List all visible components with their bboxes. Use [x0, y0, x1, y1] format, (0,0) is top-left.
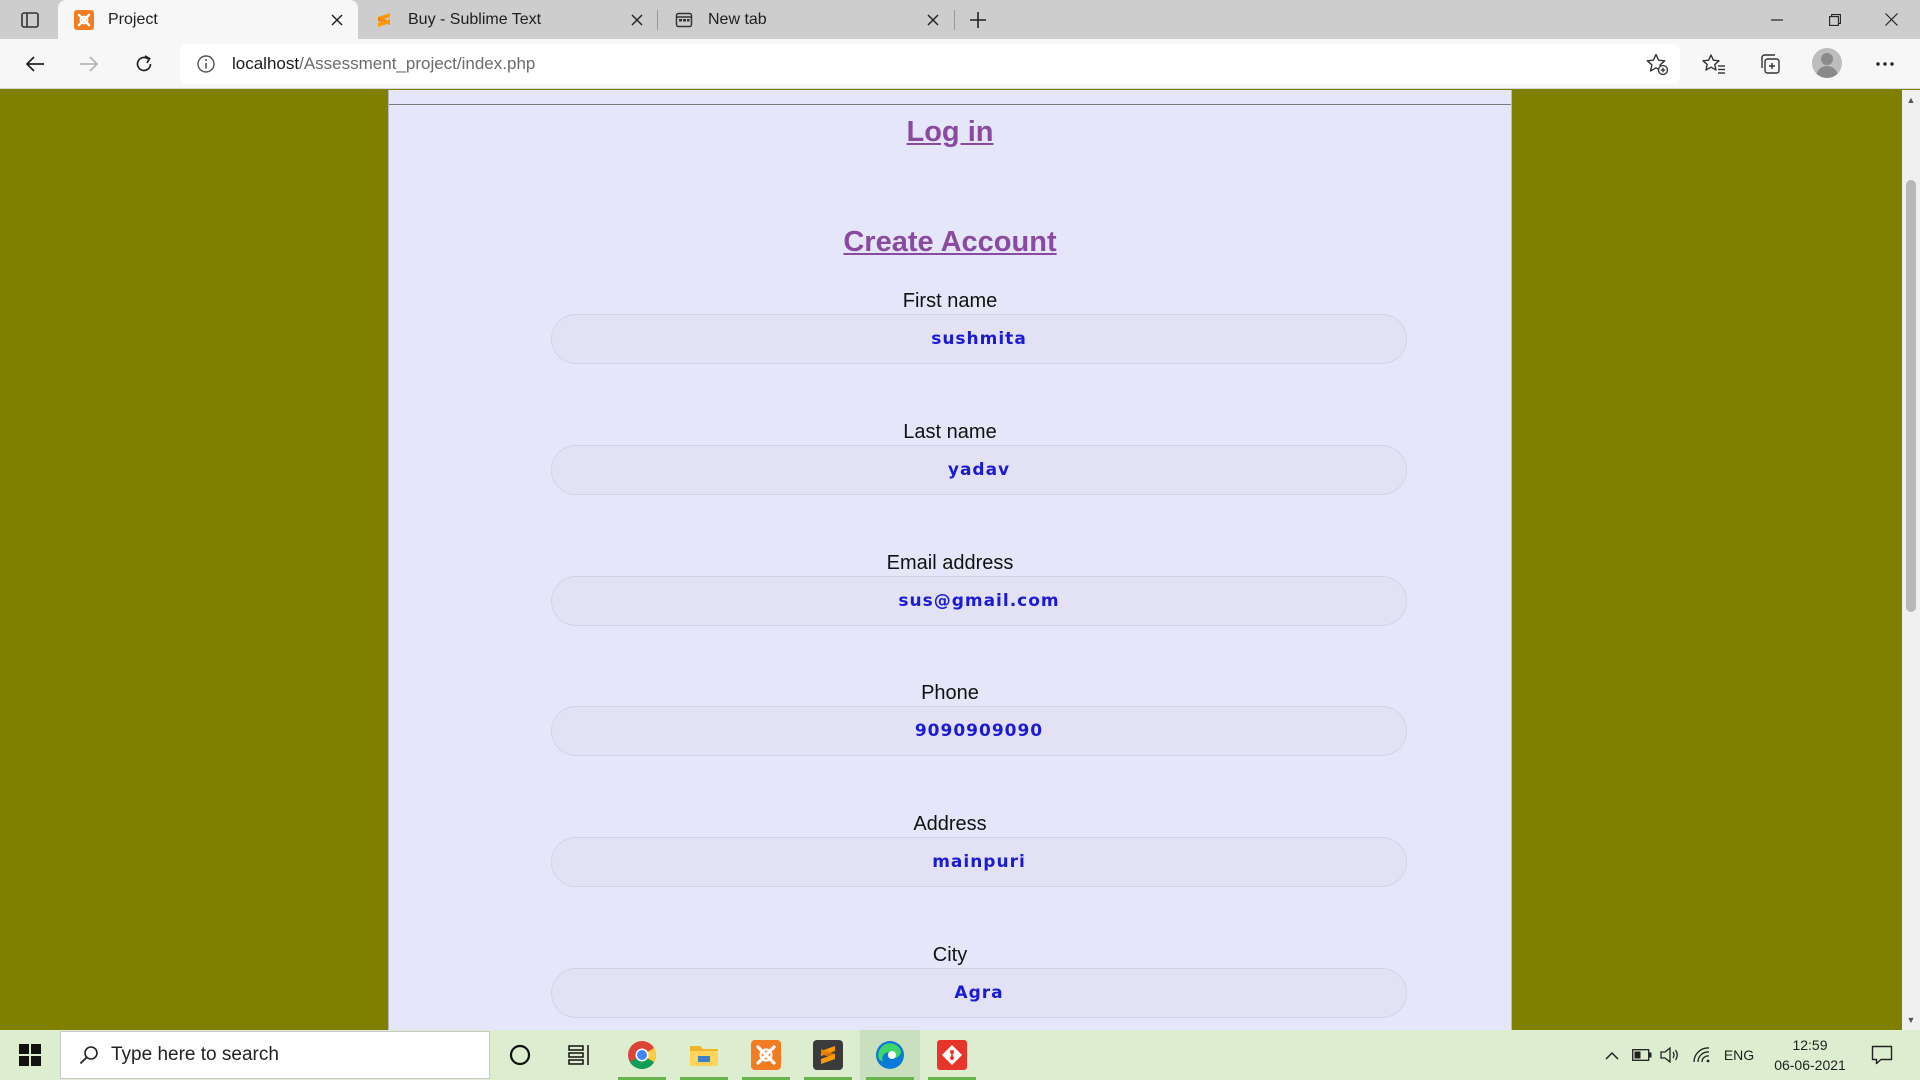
tab-title: New tab — [708, 10, 767, 28]
vertical-scrollbar[interactable]: ▲ ▼ — [1902, 90, 1920, 1030]
tab-separator — [954, 10, 955, 30]
window-close-icon[interactable] — [1862, 0, 1920, 39]
tab-title: Buy - Sublime Text — [408, 10, 542, 28]
address-bar[interactable]: localhost/Assessment_project/index.php — [180, 44, 1680, 84]
restore-icon[interactable] — [1806, 0, 1864, 39]
tab-title: Project — [108, 10, 158, 28]
divider-line — [389, 104, 1511, 105]
collections-icon[interactable] — [1751, 45, 1789, 83]
chrome-icon[interactable] — [612, 1030, 672, 1080]
language-indicator[interactable]: ENG — [1718, 1030, 1760, 1080]
file-explorer-icon[interactable] — [674, 1030, 734, 1080]
address-input[interactable] — [552, 838, 1406, 886]
notifications-icon[interactable] — [1862, 1030, 1902, 1080]
windows-start-icon[interactable] — [0, 1030, 60, 1080]
battery-icon[interactable] — [1629, 1030, 1655, 1080]
wifi-icon[interactable] — [1689, 1030, 1715, 1080]
scrollbar-thumb[interactable] — [1906, 180, 1916, 612]
browser-toolbar: localhost/Assessment_project/index.php — [0, 39, 1920, 89]
tab-new-tab[interactable]: New tab — [658, 0, 954, 39]
tray-chevron-up-icon[interactable] — [1600, 1030, 1624, 1080]
reload-icon[interactable] — [125, 45, 163, 83]
url-host: localhost — [232, 54, 300, 73]
taskbar-search-input[interactable] — [111, 1044, 471, 1066]
forward-arrow-icon[interactable] — [70, 45, 108, 83]
url-path: /Assessment_project/index.php — [299, 54, 536, 73]
first-name-field-wrap — [551, 314, 1407, 364]
first-name-label: First name — [902, 290, 998, 312]
create-account-link[interactable]: Create Account — [843, 226, 1056, 258]
last-name-field-wrap — [551, 445, 1407, 495]
login-link-row: Log in — [389, 116, 1511, 149]
site-info-icon[interactable] — [194, 52, 218, 76]
email-input[interactable] — [552, 577, 1406, 625]
minimize-icon[interactable] — [1748, 0, 1806, 39]
scroll-up-arrow-icon[interactable]: ▲ — [1902, 92, 1920, 108]
new-tab-plus-icon[interactable] — [962, 5, 994, 35]
clock-time: 12:59 — [1792, 1037, 1828, 1053]
task-view-icon[interactable] — [550, 1030, 610, 1080]
last-name-input[interactable] — [552, 446, 1406, 494]
first-name-input[interactable] — [552, 315, 1406, 363]
create-account-row: Create Account — [389, 226, 1511, 259]
last-name-label: Last name — [903, 421, 997, 443]
tab-close-icon[interactable] — [918, 5, 948, 35]
address-label: Address — [913, 813, 987, 835]
email-label: Email address — [886, 552, 1014, 574]
git-icon[interactable] — [922, 1030, 982, 1080]
city-label: City — [932, 944, 968, 966]
tab-close-icon[interactable] — [622, 5, 652, 35]
phone-label: Phone — [921, 682, 979, 704]
phone-input[interactable] — [552, 707, 1406, 755]
back-arrow-icon[interactable] — [16, 45, 54, 83]
cortana-icon[interactable] — [490, 1030, 550, 1080]
sublime-text-icon[interactable] — [798, 1030, 858, 1080]
tab-strip: Project Buy - Sublime Text New tab — [0, 0, 1920, 39]
tab-sublime[interactable]: Buy - Sublime Text — [358, 0, 658, 39]
phone-field-wrap — [551, 706, 1407, 756]
xampp-favicon-icon — [74, 9, 94, 30]
more-menu-icon[interactable] — [1866, 45, 1904, 83]
city-field-wrap — [551, 968, 1407, 1018]
new-tab-favicon-icon — [674, 10, 694, 30]
sublime-favicon-icon — [374, 10, 394, 30]
volume-icon[interactable] — [1657, 1030, 1683, 1080]
tab-actions-icon[interactable] — [16, 8, 44, 32]
xampp-icon[interactable] — [736, 1030, 796, 1080]
windows-taskbar: ENG 12:59 06-06-2021 — [0, 1030, 1920, 1080]
page-viewport: Log in Create Account First name Last na… — [0, 90, 1902, 1030]
tab-close-icon[interactable] — [322, 5, 352, 35]
login-link[interactable]: Log in — [907, 116, 994, 148]
content-panel: Log in Create Account First name Last na… — [388, 90, 1512, 1030]
profile-avatar-icon[interactable] — [1812, 48, 1842, 78]
city-input[interactable] — [552, 969, 1406, 1017]
taskbar-search-box[interactable] — [60, 1031, 490, 1079]
edge-icon[interactable] — [860, 1030, 920, 1080]
favorites-icon[interactable] — [1695, 45, 1733, 83]
url-text: localhost/Assessment_project/index.php — [232, 54, 535, 74]
address-field-wrap — [551, 837, 1407, 887]
search-icon — [77, 1043, 101, 1067]
system-clock[interactable]: 12:59 06-06-2021 — [1762, 1035, 1858, 1075]
clock-date: 06-06-2021 — [1774, 1057, 1846, 1073]
scroll-down-arrow-icon[interactable]: ▼ — [1902, 1012, 1920, 1028]
email-field-wrap — [551, 576, 1407, 626]
add-favorite-icon[interactable] — [1644, 51, 1670, 77]
tab-project[interactable]: Project — [58, 0, 358, 39]
